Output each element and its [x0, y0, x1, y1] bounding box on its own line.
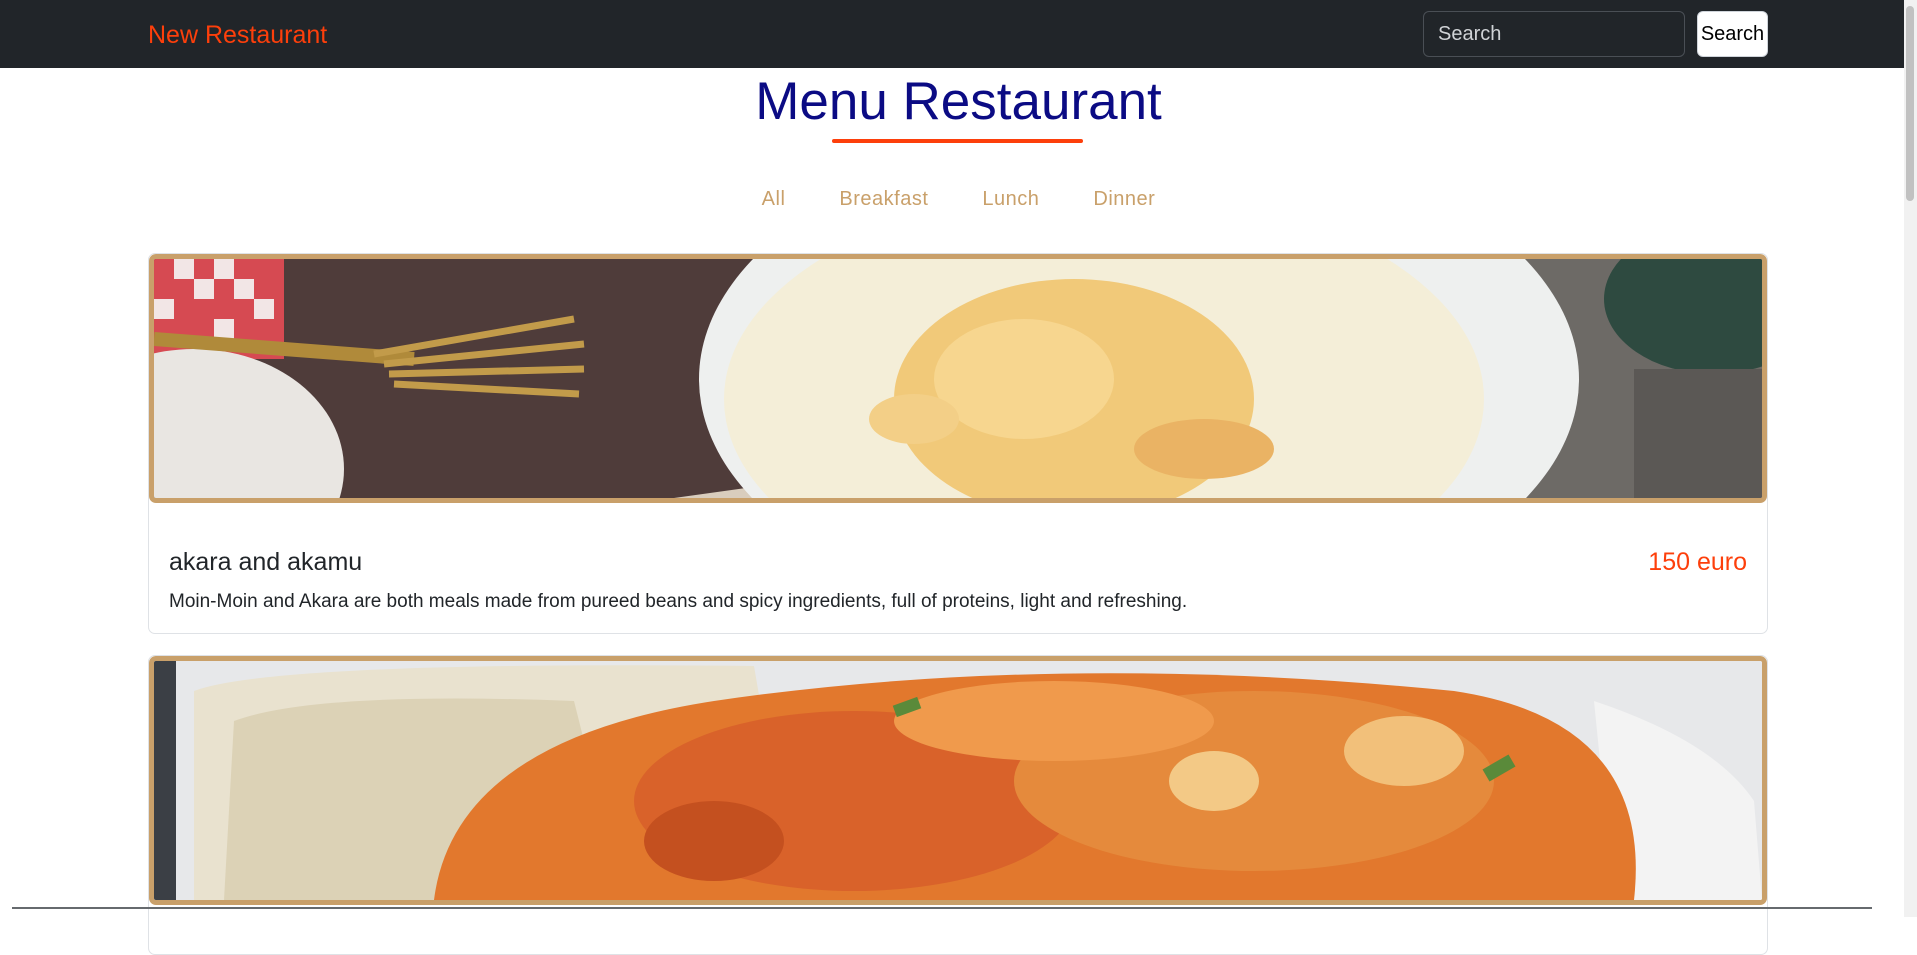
- dish-description: Moin-Moin and Akara are both meals made …: [169, 591, 1188, 612]
- menu-item-card: [148, 655, 1768, 955]
- title-underline: [832, 139, 1083, 143]
- dish-photo-yam-and-egg: [154, 661, 1762, 900]
- dish-name: akara and akamu: [169, 548, 363, 576]
- dish-photo-akara-akamu: [154, 259, 1762, 498]
- navbar: New Restaurant Search: [0, 0, 1917, 68]
- menu-filters: All Breakfast Lunch Dinner: [0, 186, 1917, 212]
- brand-link[interactable]: New Restaurant: [148, 20, 327, 50]
- page-title: Menu Restaurant: [755, 72, 1162, 131]
- dish-price: 150 euro: [1648, 548, 1747, 576]
- bottom-divider: [12, 907, 1872, 909]
- filter-dinner[interactable]: Dinner: [1093, 186, 1155, 212]
- filter-all[interactable]: All: [762, 186, 786, 212]
- search-input[interactable]: [1423, 11, 1685, 57]
- dish-image: [149, 254, 1767, 503]
- menu-item-card: akara and akamu 150 euro Moin-Moin and A…: [148, 253, 1768, 634]
- dish-image: [149, 656, 1767, 905]
- search-button[interactable]: Search: [1697, 11, 1768, 57]
- filter-breakfast[interactable]: Breakfast: [839, 186, 928, 212]
- filter-lunch[interactable]: Lunch: [982, 186, 1039, 212]
